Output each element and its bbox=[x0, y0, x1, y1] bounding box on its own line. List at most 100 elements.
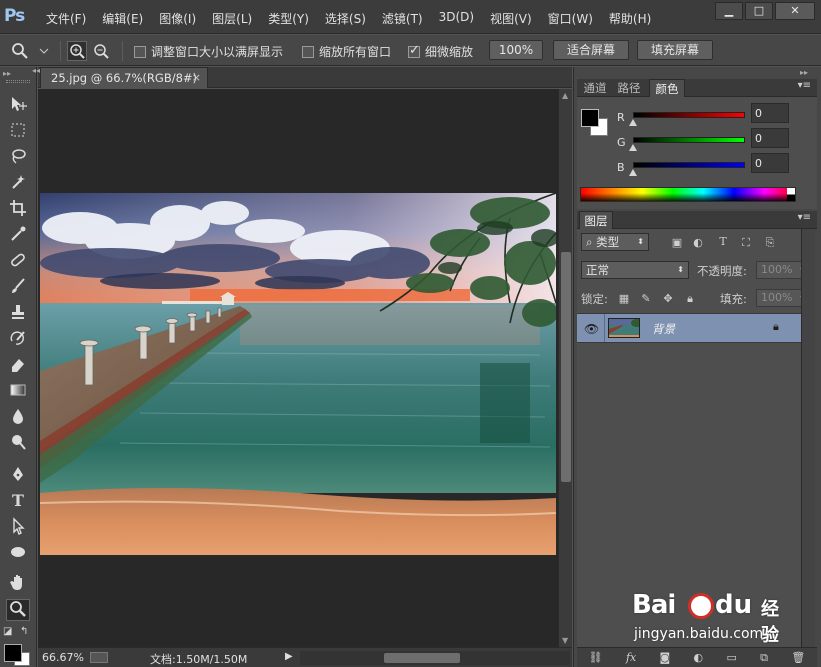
layer-row[interactable]: 👁︎ 背景 🔒︎ bbox=[577, 313, 801, 343]
menu-item-6[interactable]: 滤镜(T) bbox=[382, 10, 423, 27]
document-image[interactable] bbox=[40, 193, 556, 555]
pen-tool-icon[interactable] bbox=[6, 465, 30, 487]
menu-item-10[interactable]: 帮助(H) bbox=[609, 10, 651, 27]
layer-name[interactable]: 背景 bbox=[652, 321, 675, 337]
panel-collapse-icon[interactable]: ◂◂ bbox=[32, 66, 40, 75]
close-button[interactable]: ✕ bbox=[775, 2, 815, 20]
menu-item-7[interactable]: 3D(D) bbox=[439, 10, 474, 27]
zoom-level[interactable]: 66.67% bbox=[42, 651, 84, 664]
healing-brush-tool-icon[interactable] bbox=[6, 251, 30, 273]
scroll-up-icon[interactable]: ▲ bbox=[562, 91, 568, 100]
mask-icon[interactable]: ◙ bbox=[660, 651, 671, 664]
path-selection-tool-icon[interactable] bbox=[6, 517, 30, 539]
canvas-vertical-scrollbar[interactable]: ▲ ▼ bbox=[558, 89, 572, 647]
foreground-color-swatch[interactable] bbox=[4, 644, 22, 662]
tab-paths[interactable]: 路径 bbox=[613, 79, 645, 97]
lock-transparency-icon[interactable]: ▦ bbox=[617, 292, 631, 306]
maximize-button[interactable]: □ bbox=[745, 2, 773, 20]
lasso-tool-icon[interactable] bbox=[6, 147, 30, 169]
menu-item-8[interactable]: 视图(V) bbox=[490, 10, 532, 27]
gradient-tool-icon[interactable] bbox=[6, 381, 30, 403]
filter-shape-icon[interactable]: ⛶ bbox=[739, 236, 753, 250]
menu-item-1[interactable]: 编辑(E) bbox=[102, 10, 143, 27]
lock-position-icon[interactable]: ✥ bbox=[661, 292, 675, 306]
scrubby-zoom-check[interactable] bbox=[408, 43, 420, 58]
canvas-horizontal-scrollbar[interactable] bbox=[300, 651, 570, 665]
resize-windows-checkbox[interactable]: 调整窗口大小以满屏显示 bbox=[134, 43, 283, 60]
blue-value-field[interactable]: 0 bbox=[751, 153, 789, 173]
hand-tool-icon[interactable] bbox=[6, 573, 30, 595]
collapse-icon[interactable]: ▸▸ bbox=[3, 69, 11, 78]
red-slider-thumb[interactable] bbox=[629, 119, 637, 126]
resize-windows-check[interactable] bbox=[134, 46, 146, 58]
toolbox-grip[interactable] bbox=[6, 80, 30, 83]
layers-panel-menu-icon[interactable]: ▾≡ bbox=[798, 212, 811, 223]
tool-preset-picker[interactable] bbox=[6, 40, 52, 62]
fx-icon[interactable]: fx bbox=[626, 651, 636, 664]
scrubby-zoom-checkbox[interactable]: 细微缩放 bbox=[408, 43, 473, 60]
filter-smart-object-icon[interactable]: ⎘ bbox=[763, 236, 777, 250]
eye-icon[interactable]: 👁︎ bbox=[584, 322, 599, 336]
adjustment-icon[interactable]: ◐ bbox=[694, 651, 704, 664]
filter-adjustment-icon[interactable]: ◐ bbox=[691, 236, 705, 250]
zoom-all-check[interactable] bbox=[302, 46, 314, 58]
fit-screen-button[interactable]: 适合屏幕 bbox=[553, 40, 629, 60]
document-tab[interactable]: 25.jpg @ 66.7%(RGB/8#) × bbox=[40, 67, 208, 88]
green-value-field[interactable]: 0 bbox=[751, 128, 789, 148]
type-tool-icon[interactable]: T bbox=[6, 491, 30, 513]
brush-tool-icon[interactable] bbox=[6, 277, 30, 299]
menu-item-3[interactable]: 图层(L) bbox=[212, 10, 252, 27]
menu-item-2[interactable]: 图像(I) bbox=[159, 10, 196, 27]
ellipse-tool-icon[interactable] bbox=[6, 543, 30, 565]
scroll-down-icon[interactable]: ▼ bbox=[562, 636, 568, 645]
panel-menu-icon[interactable]: ▾≡ bbox=[798, 80, 811, 91]
tab-color[interactable]: 颜色 bbox=[649, 79, 685, 97]
clone-stamp-tool-icon[interactable] bbox=[6, 303, 30, 325]
minimize-button[interactable]: ▁ bbox=[715, 2, 743, 20]
zoom-in-mode-button[interactable] bbox=[67, 41, 87, 61]
zoom-all-windows-checkbox[interactable]: 缩放所有窗口 bbox=[302, 43, 391, 60]
fill-screen-button[interactable]: 填充屏幕 bbox=[637, 40, 713, 60]
vertical-scroll-thumb[interactable] bbox=[561, 252, 571, 482]
blur-tool-icon[interactable] bbox=[6, 407, 30, 429]
history-brush-tool-icon[interactable] bbox=[6, 329, 30, 351]
blue-slider-thumb[interactable] bbox=[629, 169, 637, 176]
dock-collapse-icon[interactable]: ▸▸ bbox=[800, 68, 808, 77]
menu-item-4[interactable]: 类型(Y) bbox=[268, 10, 309, 27]
close-tab-icon[interactable]: × bbox=[192, 68, 201, 88]
lock-pixels-icon[interactable]: ✎ bbox=[639, 292, 653, 306]
canvas-area[interactable] bbox=[38, 89, 558, 647]
layers-scrollbar[interactable] bbox=[801, 229, 815, 647]
layer-filter-select[interactable]: ⌕ 类型 ⬍ bbox=[581, 233, 649, 251]
zoom-tool-icon[interactable] bbox=[6, 599, 30, 621]
move-tool-icon[interactable] bbox=[6, 95, 30, 117]
marquee-tool-icon[interactable] bbox=[6, 121, 30, 143]
new-layer-icon[interactable]: ⧉ bbox=[760, 651, 768, 665]
red-value-field[interactable]: 0 bbox=[751, 103, 789, 123]
zoom-out-mode-button[interactable] bbox=[91, 41, 111, 61]
eraser-tool-icon[interactable] bbox=[6, 355, 30, 377]
foreground-color-box[interactable] bbox=[581, 109, 599, 127]
tab-layers[interactable]: 图层 bbox=[579, 211, 613, 229]
folder-icon[interactable]: ▭ bbox=[726, 651, 736, 664]
crop-tool-icon[interactable] bbox=[6, 199, 30, 221]
dodge-tool-icon[interactable] bbox=[6, 433, 30, 455]
lock-all-icon[interactable]: 🔒︎ bbox=[683, 292, 697, 306]
blend-mode-select[interactable]: 正常 ⬍ bbox=[581, 261, 689, 279]
menu-item-9[interactable]: 窗口(W) bbox=[548, 10, 593, 27]
swap-colors-icon[interactable]: ↰ bbox=[20, 626, 28, 637]
link-icon[interactable]: ⛓ bbox=[589, 651, 603, 664]
filter-pixel-icon[interactable]: ▣ bbox=[670, 236, 684, 250]
trash-icon[interactable]: 🗑︎ bbox=[791, 651, 805, 664]
tab-channels[interactable]: 通道 bbox=[579, 79, 611, 97]
eyedropper-tool-icon[interactable] bbox=[6, 225, 30, 247]
blue-slider[interactable]: B 0 bbox=[617, 153, 807, 183]
color-spectrum-bar[interactable] bbox=[580, 187, 796, 202]
magic-wand-tool-icon[interactable] bbox=[6, 173, 30, 195]
menu-item-5[interactable]: 选择(S) bbox=[325, 10, 366, 27]
default-colors-icon[interactable]: ◪ bbox=[3, 626, 12, 637]
green-slider-thumb[interactable] bbox=[629, 144, 637, 151]
actual-pixels-button[interactable]: 100% bbox=[489, 40, 543, 60]
horizontal-scroll-thumb[interactable] bbox=[384, 653, 460, 663]
status-menu-arrow-icon[interactable]: ▶ bbox=[285, 651, 293, 662]
